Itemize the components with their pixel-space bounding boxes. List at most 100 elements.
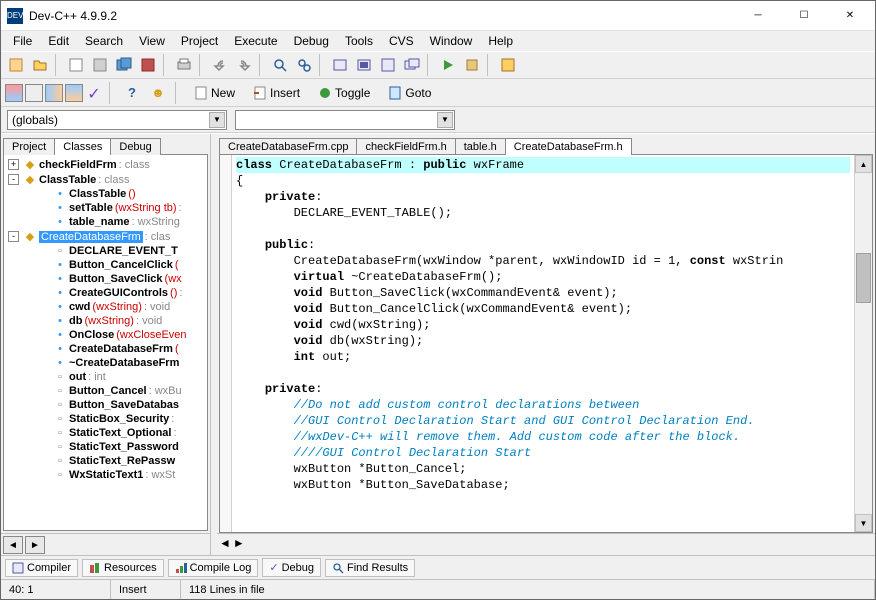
chevron-down-icon[interactable]: ▼ — [437, 112, 453, 128]
menu-debug[interactable]: Debug — [286, 32, 337, 50]
tree-item[interactable]: ▫Button_SaveDatabas — [4, 398, 207, 412]
tree-item[interactable]: •table_name : wxString — [4, 215, 207, 229]
editor-tab-3[interactable]: CreateDatabaseFrm.h — [505, 138, 632, 155]
new-project-icon[interactable] — [5, 54, 27, 76]
chevron-down-icon[interactable]: ▼ — [209, 112, 225, 128]
editor-tab-1[interactable]: checkFieldFrm.h — [356, 138, 455, 155]
menu-tools[interactable]: Tools — [337, 32, 381, 50]
member-combo[interactable]: ▼ — [235, 110, 455, 130]
nav-prev-icon[interactable]: ► — [25, 536, 45, 554]
menu-execute[interactable]: Execute — [226, 32, 285, 50]
save-project-icon[interactable] — [113, 54, 135, 76]
close-project-icon[interactable] — [137, 54, 159, 76]
new-button[interactable]: New — [187, 82, 242, 104]
tree-item[interactable]: ▫StaticText_RePassw — [4, 454, 207, 468]
tab-find-results[interactable]: Find Results — [325, 559, 415, 577]
vertical-scrollbar[interactable]: ▲ ▼ — [854, 155, 872, 532]
layout-2-icon[interactable] — [25, 84, 43, 102]
tree-item[interactable]: •setTable (wxString tb) : — [4, 201, 207, 215]
expand-icon[interactable]: - — [8, 231, 19, 242]
tree-item[interactable]: -◆ClassTable: class — [4, 172, 207, 187]
menu-edit[interactable]: Edit — [40, 32, 77, 50]
tree-item[interactable]: ▫WxStaticText1 : wxSt — [4, 468, 207, 482]
editor-tab-0[interactable]: CreateDatabaseFrm.cpp — [219, 138, 357, 155]
profile-icon[interactable] — [497, 54, 519, 76]
tree-item[interactable]: ▫Button_Cancel : wxBu — [4, 384, 207, 398]
minimize-button[interactable]: ─ — [735, 1, 781, 31]
scope-combo-value: (globals) — [12, 113, 58, 127]
menu-search[interactable]: Search — [77, 32, 131, 50]
class-tree[interactable]: +◆checkFieldFrm: class-◆ClassTable: clas… — [3, 154, 208, 531]
nav-first-icon[interactable]: ◄ — [3, 536, 23, 554]
run-icon[interactable] — [353, 54, 375, 76]
layout-3-icon[interactable] — [45, 84, 63, 102]
replace-icon[interactable] — [293, 54, 315, 76]
scope-combo[interactable]: (globals) ▼ — [7, 110, 227, 130]
tree-item[interactable]: ▫StaticBox_Security : — [4, 412, 207, 426]
toggle-button[interactable]: Toggle — [311, 82, 377, 104]
scroll-up-icon[interactable]: ▲ — [855, 155, 872, 173]
print-icon[interactable] — [173, 54, 195, 76]
open-icon[interactable] — [29, 54, 51, 76]
nav-first-icon[interactable]: ◄ — [219, 536, 231, 553]
tab-resources[interactable]: Resources — [82, 559, 164, 577]
tree-item[interactable]: •Button_CancelClick ( — [4, 258, 207, 272]
debug-stop-icon[interactable] — [461, 54, 483, 76]
expand-icon[interactable]: - — [8, 174, 19, 185]
tree-item[interactable]: •ClassTable () — [4, 187, 207, 201]
help-icon[interactable]: ? — [121, 82, 143, 104]
tab-compile-log[interactable]: Compile Log — [168, 559, 259, 577]
menu-project[interactable]: Project — [173, 32, 226, 50]
debug-run-icon[interactable] — [437, 54, 459, 76]
close-button[interactable]: ✕ — [827, 1, 873, 31]
menu-window[interactable]: Window — [422, 32, 481, 50]
tree-item[interactable]: ▫out : int — [4, 370, 207, 384]
tree-item[interactable]: +◆checkFieldFrm: class — [4, 157, 207, 172]
tree-item[interactable]: •CreateGUIControls (): — [4, 286, 207, 300]
goto-button[interactable]: Goto — [381, 82, 438, 104]
scroll-down-icon[interactable]: ▼ — [855, 514, 872, 532]
tab-project[interactable]: Project — [3, 138, 55, 155]
tab-classes[interactable]: Classes — [54, 138, 111, 155]
nav-prev-icon[interactable]: ► — [233, 536, 245, 553]
menu-file[interactable]: File — [5, 32, 40, 50]
scroll-thumb[interactable] — [856, 253, 871, 303]
scroll-track[interactable] — [855, 173, 872, 514]
undo-icon[interactable] — [209, 54, 231, 76]
tree-item[interactable]: •cwd (wxString): void — [4, 300, 207, 314]
expand-icon[interactable]: + — [8, 159, 19, 170]
menu-view[interactable]: View — [131, 32, 173, 50]
about-icon[interactable]: ☻ — [147, 82, 169, 104]
tree-item[interactable]: ▫StaticText_Password — [4, 440, 207, 454]
left-tabs: Project Classes Debug — [1, 134, 210, 154]
tab-debug-bottom[interactable]: ✓Debug — [262, 558, 321, 577]
tree-item[interactable]: •OnClose (wxCloseEven — [4, 328, 207, 342]
tab-compiler[interactable]: Compiler — [5, 559, 78, 577]
maximize-button[interactable]: ☐ — [781, 1, 827, 31]
tree-item[interactable]: ▫StaticText_Optional : — [4, 426, 207, 440]
compile-run-icon[interactable] — [377, 54, 399, 76]
tree-item[interactable]: •~CreateDatabaseFrm — [4, 356, 207, 370]
tree-item[interactable]: •Button_SaveClick (wx — [4, 272, 207, 286]
redo-icon[interactable] — [233, 54, 255, 76]
tree-item[interactable]: •CreateDatabaseFrm ( — [4, 342, 207, 356]
check-icon[interactable]: ✓ — [85, 84, 103, 102]
compile-icon[interactable] — [329, 54, 351, 76]
menu-help[interactable]: Help — [480, 32, 521, 50]
tab-debug[interactable]: Debug — [110, 138, 160, 155]
layout-4-icon[interactable] — [65, 84, 83, 102]
rebuild-icon[interactable] — [401, 54, 423, 76]
insert-button[interactable]: Insert — [246, 82, 307, 104]
find-icon[interactable] — [269, 54, 291, 76]
code-area[interactable]: class CreateDatabaseFrm : public wxFrame… — [232, 155, 854, 532]
save-icon[interactable] — [65, 54, 87, 76]
code-editor[interactable]: class CreateDatabaseFrm : public wxFrame… — [219, 154, 873, 533]
editor-tab-2[interactable]: table.h — [455, 138, 506, 155]
menu-cvs[interactable]: CVS — [381, 32, 422, 50]
layout-1-icon[interactable] — [5, 84, 23, 102]
tree-item[interactable]: -◆CreateDatabaseFrm: clas — [4, 229, 207, 244]
tree-item[interactable]: •db (wxString): void — [4, 314, 207, 328]
toolbar-main — [1, 51, 875, 79]
tree-item[interactable]: ▫DECLARE_EVENT_T — [4, 244, 207, 258]
save-all-icon[interactable] — [89, 54, 111, 76]
